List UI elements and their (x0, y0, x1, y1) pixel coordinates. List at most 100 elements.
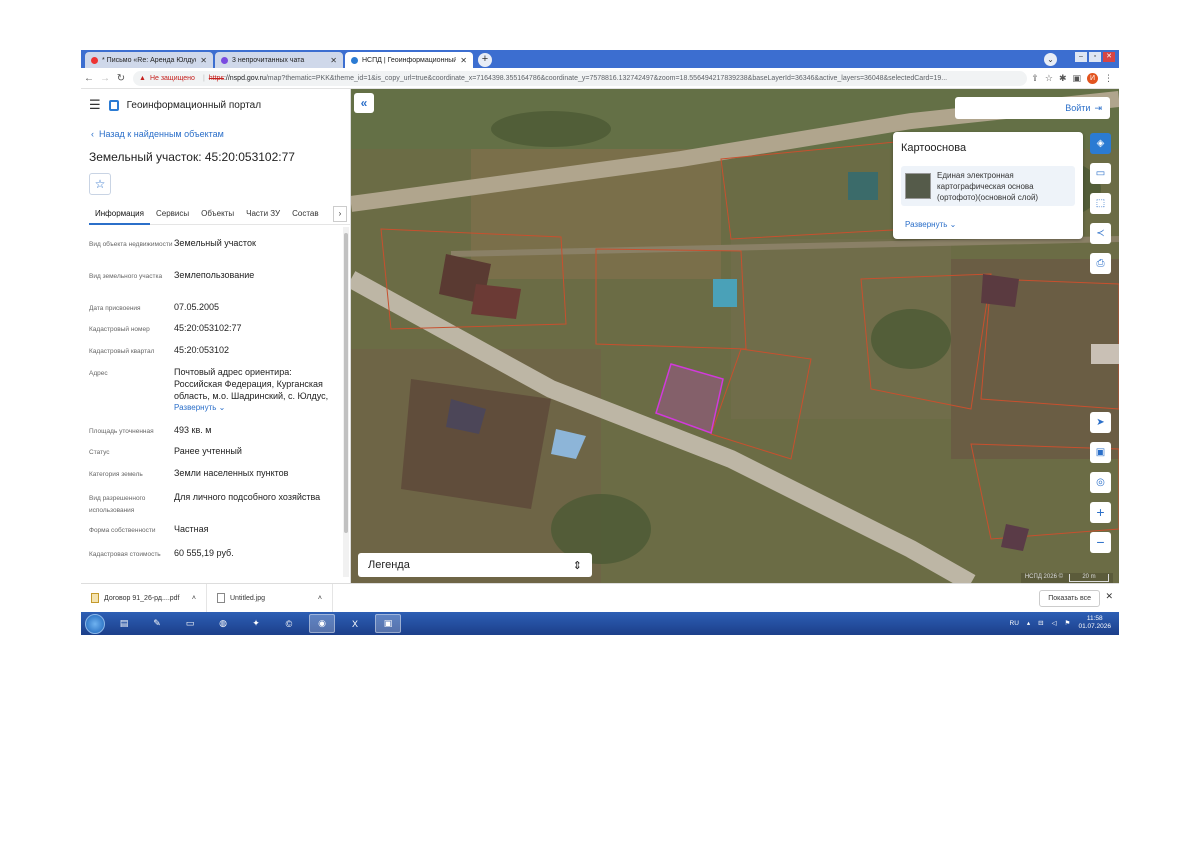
tab-objects[interactable]: Объекты (195, 207, 240, 225)
close-downloads-icon[interactable]: ✕ (1105, 591, 1113, 602)
basemap-expand-link[interactable]: Развернуть ⌄ (905, 220, 956, 229)
forward-arrow-icon[interactable]: → (97, 73, 113, 84)
map-view[interactable]: « Войти ⇥ Картооснова Единая электронная… (351, 89, 1119, 583)
close-tab-icon[interactable]: ✕ (460, 56, 467, 65)
language-indicator[interactable]: RU (1010, 620, 1019, 627)
object-title: Земельный участок: 45:20:053102:77 (89, 150, 295, 164)
back-arrow-icon[interactable]: ← (81, 73, 97, 84)
sidebar-icon[interactable]: ▣ (1072, 73, 1081, 84)
nspd-icon (351, 56, 358, 64)
basemap-title: Картооснова (901, 142, 967, 154)
menu-kebab-icon[interactable]: ⋮ (1104, 73, 1113, 84)
chevron-updown-icon: ⇕ (572, 559, 582, 572)
security-warning[interactable]: Не защищено (150, 75, 195, 82)
tab-services[interactable]: Сервисы (150, 207, 195, 225)
tab-email[interactable]: * Письмо «Re: Аренда Юлдус» ✕ (85, 52, 213, 68)
app-title[interactable]: Геоинформационный портал (127, 100, 261, 111)
print-icon[interactable]: ⎙ (1090, 253, 1111, 274)
expand-address-link[interactable]: Развернуть ⌄ (174, 402, 339, 414)
map-scale: НСПД 2026 © 20 m (1020, 573, 1113, 583)
profile-avatar[interactable]: И (1087, 72, 1098, 84)
zoom-in-icon[interactable]: + (1090, 502, 1111, 523)
attribute-row: Категория земель Земли населенных пункто… (89, 468, 289, 478)
login-arrow-icon: ⇥ (1094, 102, 1102, 113)
basemap-option[interactable]: Единая электронная картографическая осно… (901, 166, 1075, 206)
ccleaner-icon[interactable]: © (276, 614, 302, 633)
chevron-up-icon[interactable]: ˄ (318, 595, 322, 602)
tab-parts[interactable]: Части ЗУ (240, 207, 286, 225)
attribute-row: Кадастровый квартал 45:20:053102 (89, 345, 230, 355)
flag-icon[interactable]: ⚑ (1065, 619, 1071, 627)
url-host: ://nspd.gov.ru (223, 74, 266, 82)
start-button[interactable] (85, 613, 105, 634)
zoom-out-icon[interactable]: − (1090, 532, 1111, 553)
chrome-icon[interactable]: ◉ (309, 614, 335, 633)
object-info-panel: ☰ Геоинформационный портал ‹ Назад к най… (81, 89, 351, 583)
attribute-row: Вид земельного участка Землепользование (89, 270, 255, 280)
attribute-row: Форма собственности Частная (89, 524, 209, 534)
url-field[interactable]: ▲ Не защищено | https ://nspd.gov.ru /ma… (133, 70, 1028, 86)
share-icon[interactable]: ⇪ (1031, 73, 1039, 84)
panel-scrollbar[interactable] (343, 227, 349, 577)
locate-icon[interactable]: ➤ (1090, 412, 1111, 433)
hamburger-menu-icon[interactable]: ☰ (89, 97, 101, 113)
desktop-icon[interactable]: ▤ (111, 614, 137, 633)
legend-dropdown[interactable]: Легенда ⇕ (358, 553, 592, 577)
attribute-row: Дата присвоения 07.05.2005 (89, 302, 220, 312)
tabs-next-chevron-icon[interactable]: › (333, 206, 347, 222)
tray-arrow-icon[interactable]: ▴ (1027, 619, 1030, 627)
minimize-icon[interactable]: – (1075, 52, 1087, 62)
attribute-row: Кадастровая стоимость 60 555,19 руб. (89, 548, 234, 558)
pdf-file-icon (91, 593, 99, 603)
compass-icon[interactable]: ◎ (1090, 472, 1111, 493)
select-area-icon[interactable]: ⬚ (1090, 193, 1111, 214)
screen: * Письмо «Re: Аренда Юлдус» ✕ 3 непрочит… (81, 50, 1119, 635)
attribute-row: Вид объекта недвижимости Земельный участ… (89, 238, 256, 248)
ruler-icon[interactable]: ▭ (1090, 163, 1111, 184)
image-file-icon (217, 593, 225, 603)
tab-nspd[interactable]: НСПД | Геоинформационный п ✕ (345, 52, 473, 68)
chevron-up-icon[interactable]: ˄ (192, 595, 196, 602)
clock[interactable]: 11:58 01.07.2026 (1078, 615, 1111, 631)
url-scheme: https (208, 74, 224, 82)
tab-composition[interactable]: Состав (286, 207, 325, 225)
paint-icon[interactable]: ✎ (144, 614, 170, 633)
attribute-row: Статус Ранее учтенный (89, 446, 242, 456)
tab-info[interactable]: Информация (89, 207, 150, 225)
close-tab-icon[interactable]: ✕ (330, 56, 337, 65)
volume-icon[interactable]: ◁ (1052, 619, 1057, 627)
new-tab-button[interactable]: + (478, 53, 492, 67)
app-icon[interactable]: ◍ (210, 614, 236, 633)
collapse-panel-button[interactable]: « (354, 93, 374, 113)
image-viewer-icon[interactable]: ▣ (375, 614, 401, 633)
close-tab-icon[interactable]: ✕ (200, 56, 207, 65)
mail-icon (91, 56, 98, 64)
warning-icon[interactable]: ▲ (139, 75, 146, 82)
download-item[interactable]: Договор 91_26-рд....pdf ˄ (81, 583, 207, 613)
basemap-card: Картооснова Единая электронная картограф… (893, 132, 1083, 239)
excel-icon[interactable]: X (342, 614, 368, 633)
extensions-icon[interactable]: ✱ (1059, 73, 1067, 84)
close-window-icon[interactable]: ✕ (1103, 52, 1115, 62)
network-icon[interactable]: ⊟ (1038, 619, 1043, 627)
layers-tool-icon[interactable]: ◈ (1090, 133, 1111, 154)
download-item[interactable]: Untitled.jpg ˄ (207, 583, 333, 613)
favorite-star-button[interactable]: ☆ (89, 173, 111, 195)
tab-search-icon[interactable]: ⌄ (1044, 53, 1057, 66)
toolbar-actions: ⇪ ☆ ✱ ▣ И ⋮ (1031, 72, 1119, 84)
panel-header: ☰ Геоинформационный портал (89, 97, 261, 113)
bookmark-star-icon[interactable]: ☆ (1045, 73, 1053, 84)
reload-icon[interactable]: ↻ (113, 73, 129, 84)
attribute-row: Площадь уточненная 493 кв. м (89, 425, 212, 435)
bat-icon[interactable]: ✦ (243, 614, 269, 633)
login-button[interactable]: Войти ⇥ (955, 97, 1110, 119)
back-to-results-link[interactable]: ‹ Назад к найденным объектам (91, 129, 224, 139)
chevron-down-icon: ⌄ (218, 403, 226, 412)
share-icon[interactable]: ≺ (1090, 223, 1111, 244)
minimap-icon[interactable]: ▣ (1090, 442, 1111, 463)
maximize-icon[interactable]: ▫ (1089, 52, 1101, 62)
portal-logo-icon (108, 99, 119, 111)
file-explorer-icon[interactable]: ▭ (177, 614, 203, 633)
show-all-downloads-button[interactable]: Показать все (1039, 590, 1100, 607)
tab-chats[interactable]: 3 непрочитанных чата ✕ (215, 52, 343, 68)
